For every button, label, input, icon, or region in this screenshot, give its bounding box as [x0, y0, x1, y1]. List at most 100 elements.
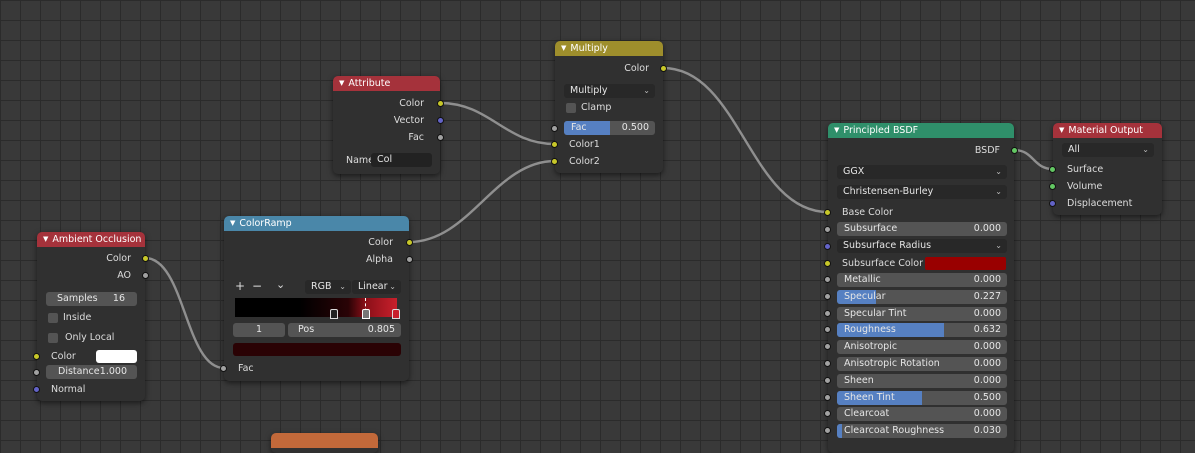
- subsurface-method-dropdown[interactable]: Christensen-Burley ⌄: [837, 185, 1007, 199]
- stop-index-field[interactable]: 1: [233, 323, 285, 337]
- chevron-down-icon[interactable]: ⌄: [276, 278, 285, 292]
- color-stop-handle[interactable]: [392, 309, 400, 319]
- param-input-socket[interactable]: [824, 276, 831, 283]
- target-dropdown[interactable]: All ⌄: [1062, 143, 1154, 157]
- param-input-socket[interactable]: [824, 310, 831, 317]
- ao-color-output-socket[interactable]: [142, 255, 149, 262]
- ao-distance-input-socket[interactable]: [33, 369, 40, 376]
- inside-checkbox[interactable]: [48, 313, 58, 323]
- param-slider[interactable]: Sheen Tint 0.500: [837, 391, 1007, 405]
- color-stop-handle[interactable]: [362, 309, 370, 319]
- param-value: 0.632: [973, 324, 1001, 335]
- color-stop-handle[interactable]: [330, 309, 338, 319]
- param-input-socket[interactable]: [824, 377, 831, 384]
- pos-field[interactable]: Pos 0.805: [288, 323, 401, 337]
- color2-input-label: Color2: [569, 156, 600, 167]
- colorramp-node[interactable]: ▼ ColorRamp Color Alpha + − ⌄ RGB ⌄ Linear…: [224, 216, 409, 381]
- subsurface-input-socket[interactable]: [824, 226, 831, 233]
- displacement-input-socket[interactable]: [1049, 200, 1056, 207]
- param-slider[interactable]: Roughness 0.632: [837, 323, 1007, 337]
- samples-field[interactable]: Samples 16: [46, 292, 137, 306]
- ao-color-swatch[interactable]: [96, 350, 137, 363]
- param-input-socket[interactable]: [824, 326, 831, 333]
- collapse-arrow-icon[interactable]: ▼: [230, 216, 235, 231]
- clamp-checkbox[interactable]: [566, 103, 576, 113]
- param-input-socket[interactable]: [824, 343, 831, 350]
- collapse-arrow-icon[interactable]: ▼: [43, 232, 48, 247]
- multiply-color1-input-socket[interactable]: [551, 141, 558, 148]
- gradient-preview[interactable]: [235, 298, 397, 317]
- param-slider[interactable]: Sheen 0.000: [837, 374, 1007, 388]
- attribute-node[interactable]: ▼ Attribute Color Vector Fac Name Col: [333, 76, 440, 174]
- colorramp-alpha-output-socket[interactable]: [406, 256, 413, 263]
- partial-node[interactable]: [271, 433, 378, 453]
- param-slider[interactable]: Specular Tint 0.000: [837, 307, 1007, 321]
- colorramp-fac-input-socket[interactable]: [220, 365, 227, 372]
- attribute-fac-output-socket[interactable]: [437, 134, 444, 141]
- blend-mode-dropdown[interactable]: Multiply ⌄: [564, 84, 655, 98]
- multiply-color2-input-socket[interactable]: [551, 158, 558, 165]
- multiply-header[interactable]: ▼ Multiply: [555, 41, 663, 56]
- stop-color-swatch[interactable]: [233, 343, 401, 356]
- link-ao-to-colorramp-fac: [144, 256, 225, 370]
- param-slider[interactable]: Clearcoat Roughness 0.030: [837, 424, 1007, 438]
- attribute-title: Attribute: [348, 78, 391, 89]
- ao-color-input-socket[interactable]: [33, 353, 40, 360]
- subsurface-value: 0.000: [973, 223, 1001, 234]
- param-input-socket[interactable]: [824, 394, 831, 401]
- subsurface-field[interactable]: Subsurface 0.000: [837, 222, 1007, 236]
- subsurface-radius-dropdown[interactable]: Subsurface Radius ⌄: [837, 239, 1007, 253]
- param-slider[interactable]: Clearcoat 0.000: [837, 407, 1007, 421]
- subsurface-color-input-socket[interactable]: [824, 260, 831, 267]
- param-input-socket[interactable]: [824, 293, 831, 300]
- collapse-arrow-icon[interactable]: ▼: [834, 123, 839, 138]
- param-input-socket[interactable]: [824, 360, 831, 367]
- distance-field[interactable]: Distance 1.000: [46, 365, 137, 379]
- ao-ao-output-socket[interactable]: [142, 272, 149, 279]
- attribute-name-input[interactable]: Col: [371, 153, 432, 167]
- param-slider[interactable]: Metallic 0.000: [837, 273, 1007, 287]
- fac-label: Fac: [571, 122, 587, 133]
- colorramp-header[interactable]: ▼ ColorRamp: [224, 216, 409, 231]
- ao-normal-input-socket[interactable]: [33, 386, 40, 393]
- param-slider[interactable]: Anisotropic 0.000: [837, 340, 1007, 354]
- multiply-fac-input-socket[interactable]: [551, 125, 558, 132]
- subsurface-method-value: Christensen-Burley: [843, 186, 934, 197]
- ao-color-input-label: Color: [51, 351, 76, 362]
- interpolation-dropdown[interactable]: Linear ⌄: [352, 280, 401, 294]
- attribute-color-output-socket[interactable]: [437, 100, 444, 107]
- principled-header[interactable]: ▼ Principled BSDF: [828, 123, 1014, 138]
- attribute-header[interactable]: ▼ Attribute: [333, 76, 440, 91]
- param-input-socket[interactable]: [824, 427, 831, 434]
- fac-slider[interactable]: Fac 0.500: [564, 121, 655, 135]
- attribute-vector-output-socket[interactable]: [437, 117, 444, 124]
- param-input-socket[interactable]: [824, 410, 831, 417]
- collapse-arrow-icon[interactable]: ▼: [1059, 123, 1064, 138]
- bsdf-output-socket[interactable]: [1011, 147, 1018, 154]
- volume-input-socket[interactable]: [1049, 183, 1056, 190]
- collapse-arrow-icon[interactable]: ▼: [339, 76, 344, 91]
- colorramp-color-output-socket[interactable]: [406, 239, 413, 246]
- add-stop-icon[interactable]: +: [235, 279, 245, 293]
- surface-input-socket[interactable]: [1049, 166, 1056, 173]
- param-slider-fill: [837, 424, 843, 438]
- ambient-occlusion-node[interactable]: ▼ Ambient Occlusion Color AO Samples 16 I…: [37, 232, 145, 401]
- color-mode-dropdown[interactable]: RGB ⌄: [305, 280, 351, 294]
- multiply-node[interactable]: ▼ Multiply Color Multiply ⌄ Clamp Fac 0.50…: [555, 41, 663, 173]
- param-slider[interactable]: Anisotropic Rotation 0.000: [837, 357, 1007, 371]
- base-color-input-socket[interactable]: [824, 209, 831, 216]
- subsurface-radius-input-socket[interactable]: [824, 243, 831, 250]
- distribution-dropdown[interactable]: GGX ⌄: [837, 165, 1007, 179]
- collapse-arrow-icon[interactable]: ▼: [561, 41, 566, 56]
- distance-label: Distance: [58, 366, 100, 377]
- material-output-node[interactable]: ▼ Material Output All ⌄ Surface Volume Dis…: [1053, 123, 1162, 215]
- param-slider[interactable]: Specular 0.227: [837, 290, 1007, 304]
- principled-bsdf-node[interactable]: ▼ Principled BSDF BSDF GGX ⌄ Christensen-B…: [828, 123, 1014, 453]
- only-local-checkbox[interactable]: [48, 333, 58, 343]
- multiply-color-output-socket[interactable]: [660, 65, 667, 72]
- subsurface-color-swatch[interactable]: [925, 257, 1006, 270]
- material-output-header[interactable]: ▼ Material Output: [1053, 123, 1162, 138]
- chevron-down-icon: ⌄: [643, 86, 650, 95]
- ao-header[interactable]: ▼ Ambient Occlusion: [37, 232, 145, 247]
- remove-stop-icon[interactable]: −: [252, 279, 262, 293]
